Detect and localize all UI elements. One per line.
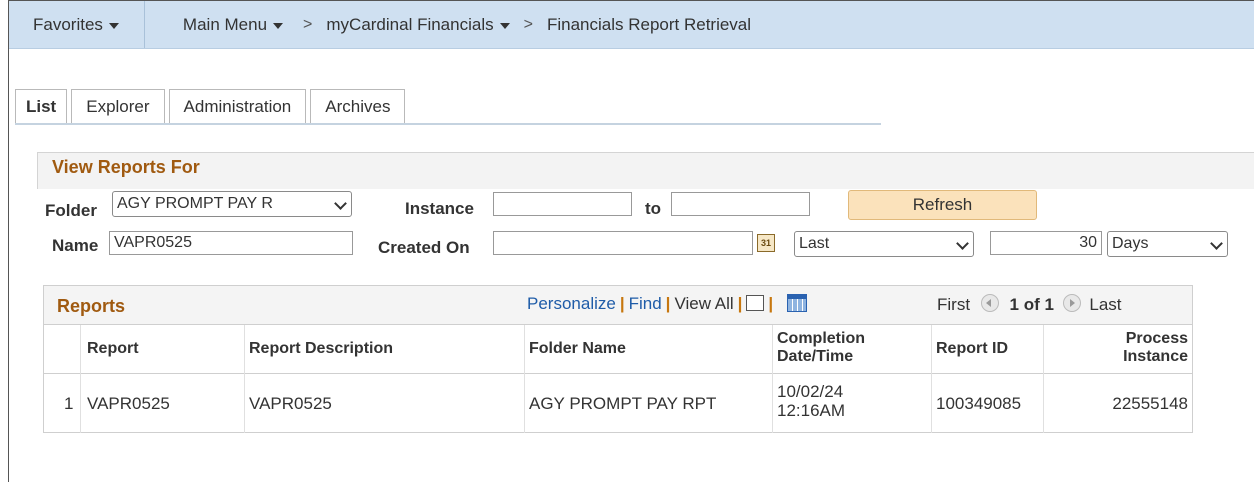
days-count-input[interactable]: 30: [990, 231, 1102, 255]
instance-to-input[interactable]: [671, 192, 810, 216]
chevron-down-icon: [1210, 237, 1223, 250]
col-report-id[interactable]: Report ID: [936, 340, 1008, 358]
next-page-icon[interactable]: [1062, 294, 1081, 312]
report-description-cell: VAPR0525: [249, 394, 332, 413]
refresh-button[interactable]: Refresh: [848, 190, 1037, 220]
folder-select-value: AGY PROMPT PAY R: [117, 195, 273, 212]
last-link[interactable]: Last: [1089, 295, 1121, 314]
created-on-label: Created On: [378, 238, 470, 257]
breadcrumb-app-label: myCardinal Financials: [326, 14, 494, 34]
folder-label: Folder: [45, 201, 97, 220]
completion-time: 12:16AM: [777, 401, 846, 420]
tab-underline: [15, 123, 881, 125]
grid-toolbar: Personalize | Find | View All | |: [527, 294, 808, 314]
col-report[interactable]: Report: [87, 340, 139, 358]
find-link[interactable]: Find: [629, 294, 662, 313]
col-process-line1: Process: [1125, 330, 1188, 347]
to-label: to: [645, 199, 662, 218]
col-completion-line1: Completion: [777, 330, 865, 347]
toolbar-divider: |: [768, 294, 774, 313]
created-on-input[interactable]: [493, 231, 753, 255]
view-reports-header: [37, 152, 1254, 189]
instance-label: Instance: [405, 199, 474, 218]
reports-title: Reports: [57, 296, 126, 316]
breadcrumb-page-label: Financials Report Retrieval: [546, 14, 752, 34]
report-id-cell: 100349085: [936, 394, 1022, 413]
unit-select[interactable]: Days: [1107, 231, 1228, 257]
favorites-label: Favorites: [33, 14, 103, 34]
first-link[interactable]: First: [937, 295, 970, 314]
column-divider: [931, 325, 932, 433]
caret-down-icon: [273, 22, 284, 29]
previous-page-icon[interactable]: [980, 294, 999, 312]
report-link[interactable]: VAPR0525: [87, 394, 170, 413]
breadcrumb-app[interactable]: myCardinal Financials: [326, 14, 510, 35]
download-spreadsheet-icon[interactable]: [787, 294, 808, 312]
view-reports-title: View Reports For: [52, 157, 200, 177]
toolbar-divider: |: [619, 294, 625, 313]
col-completion-line2: Date/Time: [777, 348, 854, 365]
tab-administration[interactable]: Administration: [168, 89, 307, 124]
col-folder-name[interactable]: Folder Name: [529, 340, 626, 358]
tab-list[interactable]: List: [15, 89, 68, 124]
page-info: 1 of 1: [1009, 295, 1054, 314]
new-window-icon[interactable]: [746, 295, 765, 311]
caret-down-icon: [108, 22, 119, 29]
breadcrumb-bar: Favorites Main Menu > myCardinal Financi…: [9, 1, 1254, 49]
name-label: Name: [52, 236, 99, 255]
chevron-down-icon: [334, 197, 347, 210]
breadcrumb-separator: >: [303, 15, 313, 33]
column-divider: [772, 325, 773, 433]
calendar-icon[interactable]: 31: [757, 234, 775, 252]
main-menu[interactable]: Main Menu: [182, 14, 284, 35]
toolbar-divider: |: [665, 294, 671, 313]
column-divider: [524, 325, 525, 433]
view-all-link[interactable]: View All: [674, 294, 733, 313]
tab-explorer[interactable]: Explorer: [71, 89, 165, 124]
period-select[interactable]: Last: [794, 231, 974, 257]
toolbar-divider: |: [737, 294, 743, 313]
tab-bar: List Explorer Administration Archives: [15, 89, 409, 124]
breadcrumb-current-page[interactable]: Financials Report Retrieval: [547, 15, 751, 35]
completion-date: 10/02/24: [777, 382, 844, 401]
col-process-line2: Instance: [1123, 348, 1188, 365]
favorites-menu[interactable]: Favorites: [33, 15, 119, 35]
folder-name-cell: AGY PROMPT PAY RPT: [529, 394, 717, 413]
folder-select[interactable]: AGY PROMPT PAY R: [112, 191, 352, 217]
col-process-instance[interactable]: Process Instance: [1123, 330, 1188, 366]
name-input[interactable]: VAPR0525: [109, 231, 353, 255]
instance-from-input[interactable]: [493, 192, 632, 216]
process-instance-cell: 22555148: [1112, 394, 1188, 413]
row-number: 1: [64, 394, 74, 413]
caret-down-icon: [499, 22, 510, 29]
nav-divider: [143, 1, 145, 48]
column-divider: [1043, 325, 1044, 433]
col-report-description[interactable]: Report Description: [249, 340, 393, 358]
window-left-border: [8, 0, 9, 482]
column-divider: [80, 325, 81, 433]
unit-select-value: Days: [1112, 235, 1149, 252]
completion-datetime-cell: 10/02/24 12:16AM: [777, 382, 845, 420]
period-select-value: Last: [799, 235, 830, 252]
column-divider: [244, 325, 245, 433]
col-completion-datetime[interactable]: Completion Date/Time: [777, 330, 865, 366]
grid-pagination: First 1 of 1 Last: [937, 294, 1122, 315]
breadcrumb-separator: >: [523, 15, 533, 33]
main-menu-label: Main Menu: [182, 14, 268, 34]
chevron-down-icon: [956, 237, 969, 250]
tab-archives[interactable]: Archives: [310, 89, 406, 124]
personalize-link[interactable]: Personalize: [527, 294, 616, 313]
